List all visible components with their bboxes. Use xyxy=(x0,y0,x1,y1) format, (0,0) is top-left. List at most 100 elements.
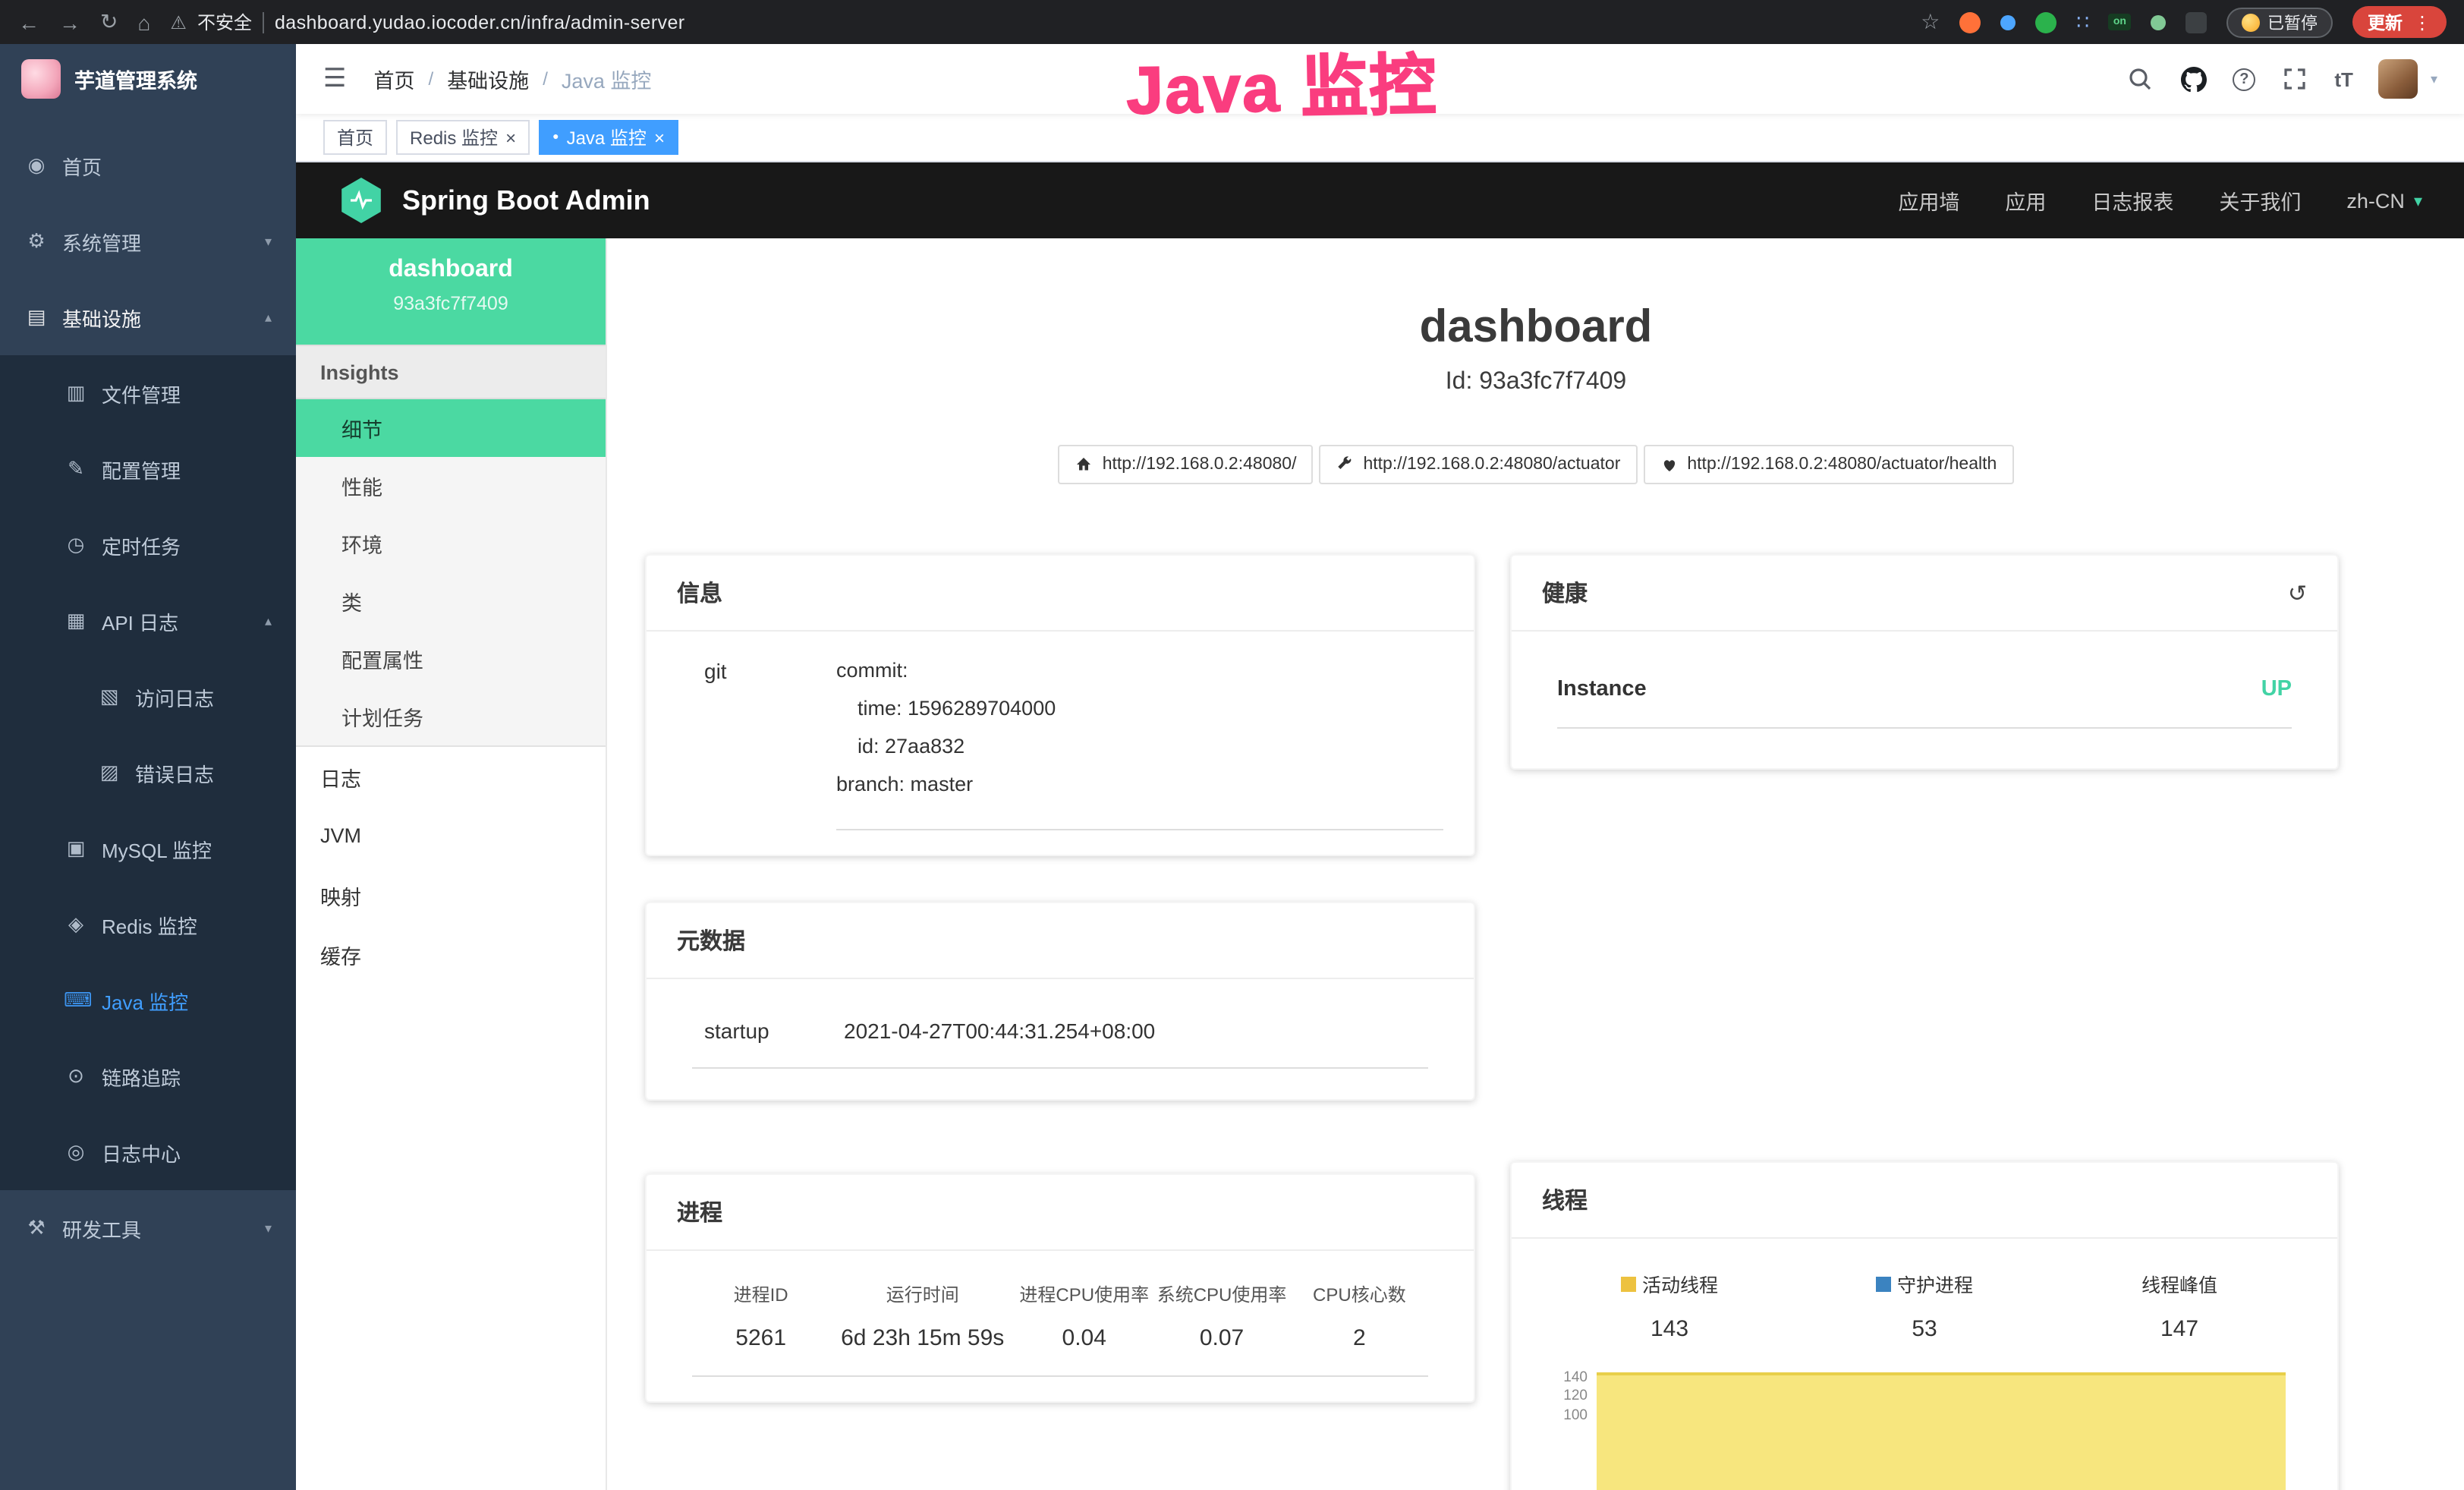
sidebar-item-file-manage[interactable]: ▥ 文件管理 xyxy=(0,355,296,431)
sidebar-item-scheduled-tasks[interactable]: ◷ 定时任务 xyxy=(0,507,296,583)
sidebar-item-log-center[interactable]: ◎ 日志中心 xyxy=(0,1114,296,1190)
chevron-up-icon: ▴ xyxy=(265,613,272,629)
search-icon[interactable] xyxy=(2126,65,2154,93)
app-logo[interactable]: 芋道管理系统 xyxy=(0,44,296,112)
sidebar-item-home[interactable]: ◉ 首页 xyxy=(0,128,296,203)
fullscreen-icon[interactable] xyxy=(2281,65,2308,93)
active-threads-col: 活动线程 143 xyxy=(1542,1269,1797,1342)
sidebar-item-label: 首页 xyxy=(62,151,102,180)
process-col-value: 5261 xyxy=(692,1325,829,1351)
extension-on-badge[interactable]: on xyxy=(2109,14,2131,30)
sba-locale-select[interactable]: zh-CN ▾ xyxy=(2346,189,2422,212)
sidebar-item-infrastructure[interactable]: ▤ 基础设施 ▴ xyxy=(0,279,296,355)
extension-green-icon[interactable] xyxy=(2035,11,2056,33)
daemon-threads-swatch xyxy=(1876,1276,1891,1291)
process-col-value: 2 xyxy=(1291,1325,1428,1351)
sidebar-item-java-monitor[interactable]: ⌨ Java 监控 xyxy=(0,962,296,1038)
legend-label: 守护进程 xyxy=(1897,1269,1973,1298)
extension-leaf-icon[interactable] xyxy=(2151,14,2166,30)
health-card: 健康 ↺ Instance UP xyxy=(1510,554,2339,770)
tools-icon: ⚒ xyxy=(24,1216,49,1240)
github-icon[interactable] xyxy=(2179,65,2207,93)
actuator-url-button[interactable]: http://192.168.0.2:48080/actuator xyxy=(1319,445,1637,484)
tab-label: 首页 xyxy=(337,124,373,150)
tab-redis-monitor[interactable]: Redis 监控 × xyxy=(396,120,530,155)
extension-drop-icon[interactable] xyxy=(2000,14,2016,30)
sba-item-metrics[interactable]: 性能 xyxy=(296,457,606,515)
process-uptime-col: 运行时间 6d 23h 15m 59s xyxy=(829,1281,1015,1351)
left-column: 信息 git commit: time: 1596289704000 id: 2… xyxy=(645,554,1475,1490)
java-monitor-icon: ⌨ xyxy=(64,988,88,1013)
sidebar-item-api-logs[interactable]: ▦ API 日志 ▴ xyxy=(0,583,296,659)
sba-item-classes[interactable]: 类 xyxy=(296,572,606,630)
sba-item-details[interactable]: 细节 xyxy=(296,399,606,457)
health-url-button[interactable]: http://192.168.0.2:48080/actuator/health xyxy=(1643,445,2013,484)
sba-item-logs[interactable]: 日志 xyxy=(296,747,606,806)
bookmark-star-icon[interactable]: ☆ xyxy=(1921,9,1940,35)
sidebar-item-mysql-monitor[interactable]: ▣ MySQL 监控 xyxy=(0,811,296,887)
address-bar[interactable]: ⚠ 不安全 dashboard.yudao.iocoder.cn/infra/a… xyxy=(170,9,684,35)
back-icon[interactable]: ← xyxy=(18,10,39,34)
breadcrumb-infra[interactable]: 基础设施 xyxy=(447,64,529,94)
sidebar-item-error-logs[interactable]: ▨ 错误日志 xyxy=(0,735,296,811)
sba-item-jvm[interactable]: JVM xyxy=(296,806,606,865)
dashboard-icon: ◉ xyxy=(24,153,49,178)
system-cpu-col: 系统CPU使用率 0.07 xyxy=(1153,1281,1290,1351)
sidebar-item-label: 配置管理 xyxy=(102,455,181,484)
sidebar-item-label: 定时任务 xyxy=(102,531,181,559)
sba-item-config-props[interactable]: 配置属性 xyxy=(296,630,606,688)
history-icon[interactable]: ↺ xyxy=(2288,579,2307,606)
sidebar-item-label: MySQL 监控 xyxy=(102,834,212,863)
extension-pin-icon[interactable] xyxy=(2186,11,2207,33)
sba-sidebar: dashboard 93a3fc7f7409 Insights 细节 性能 环境… xyxy=(296,238,607,1490)
sidebar-item-system[interactable]: ⚙ 系统管理 ▾ xyxy=(0,203,296,279)
sba-item-environment[interactable]: 环境 xyxy=(296,515,606,572)
chevron-down-icon: ▾ xyxy=(265,1220,272,1236)
sba-item-caches[interactable]: 缓存 xyxy=(296,925,606,984)
breadcrumb-home[interactable]: 首页 xyxy=(374,64,415,94)
sba-brand-title[interactable]: Spring Boot Admin xyxy=(402,184,650,216)
health-instance-row[interactable]: Instance UP xyxy=(1557,662,2292,729)
y-tick: 120 xyxy=(1551,1388,1588,1407)
sidebar-item-dev-tools[interactable]: ⚒ 研发工具 ▾ xyxy=(0,1190,296,1266)
process-card-header: 进程 xyxy=(647,1175,1474,1251)
chevron-down-icon: ▾ xyxy=(2414,191,2422,210)
warning-icon: ⚠ xyxy=(170,11,187,33)
help-icon[interactable]: ? xyxy=(2233,68,2255,90)
forward-icon[interactable]: → xyxy=(59,10,80,34)
update-button[interactable]: 更新 ⋮ xyxy=(2352,6,2447,38)
page-title: dashboard xyxy=(607,302,2464,354)
api-log-icon: ▦ xyxy=(64,609,88,633)
kebab-menu-icon[interactable]: ⋮ xyxy=(2413,11,2431,33)
sba-nav-journal[interactable]: 日志报表 xyxy=(2091,185,2173,216)
extension-grid-icon[interactable]: ∷ xyxy=(2076,10,2089,34)
home-icon[interactable]: ⌂ xyxy=(137,10,150,34)
paused-badge[interactable]: 已暂停 xyxy=(2226,7,2333,37)
sba-item-scheduled[interactable]: 计划任务 xyxy=(296,688,606,745)
sidebar-item-config-manage[interactable]: ✎ 配置管理 xyxy=(0,431,296,507)
sba-header: Spring Boot Admin 应用墙 应用 日志报表 关于我们 zh-CN… xyxy=(296,162,2464,238)
avatar-caret-icon[interactable]: ▾ xyxy=(2431,71,2437,87)
font-size-icon[interactable]: tT xyxy=(2334,68,2353,90)
sba-item-mappings[interactable]: 映射 xyxy=(296,865,606,925)
extension-fox-icon[interactable] xyxy=(1959,11,1981,33)
sba-nav-applications[interactable]: 应用 xyxy=(2005,185,2046,216)
hamburger-icon[interactable]: ☰ xyxy=(323,64,347,94)
avatar[interactable] xyxy=(2379,59,2418,99)
sba-nav-wallboard[interactable]: 应用墙 xyxy=(1898,185,1959,216)
tab-home[interactable]: 首页 xyxy=(323,120,387,155)
reload-icon[interactable]: ↻ xyxy=(100,9,118,35)
sidebar-item-trace[interactable]: ⊙ 链路追踪 xyxy=(0,1038,296,1114)
process-col-label: CPU核心数 xyxy=(1291,1281,1428,1307)
threads-card: 线程 活动线程 143 xyxy=(1510,1161,2339,1490)
instance-url-button[interactable]: http://192.168.0.2:48080/ xyxy=(1059,445,1314,484)
sidebar-item-label: 链路追踪 xyxy=(102,1062,181,1091)
sba-nav-about[interactable]: 关于我们 xyxy=(2219,185,2301,216)
sba-app-header[interactable]: dashboard 93a3fc7f7409 xyxy=(296,238,606,345)
locale-label: zh-CN xyxy=(2346,189,2405,212)
sidebar-item-access-logs[interactable]: ▧ 访问日志 xyxy=(0,659,296,735)
tab-java-monitor[interactable]: ● Java 监控 × xyxy=(539,120,678,155)
sidebar-item-redis-monitor[interactable]: ◈ Redis 监控 xyxy=(0,887,296,962)
tab-close-icon[interactable]: × xyxy=(654,128,665,146)
tab-close-icon[interactable]: × xyxy=(505,128,516,146)
